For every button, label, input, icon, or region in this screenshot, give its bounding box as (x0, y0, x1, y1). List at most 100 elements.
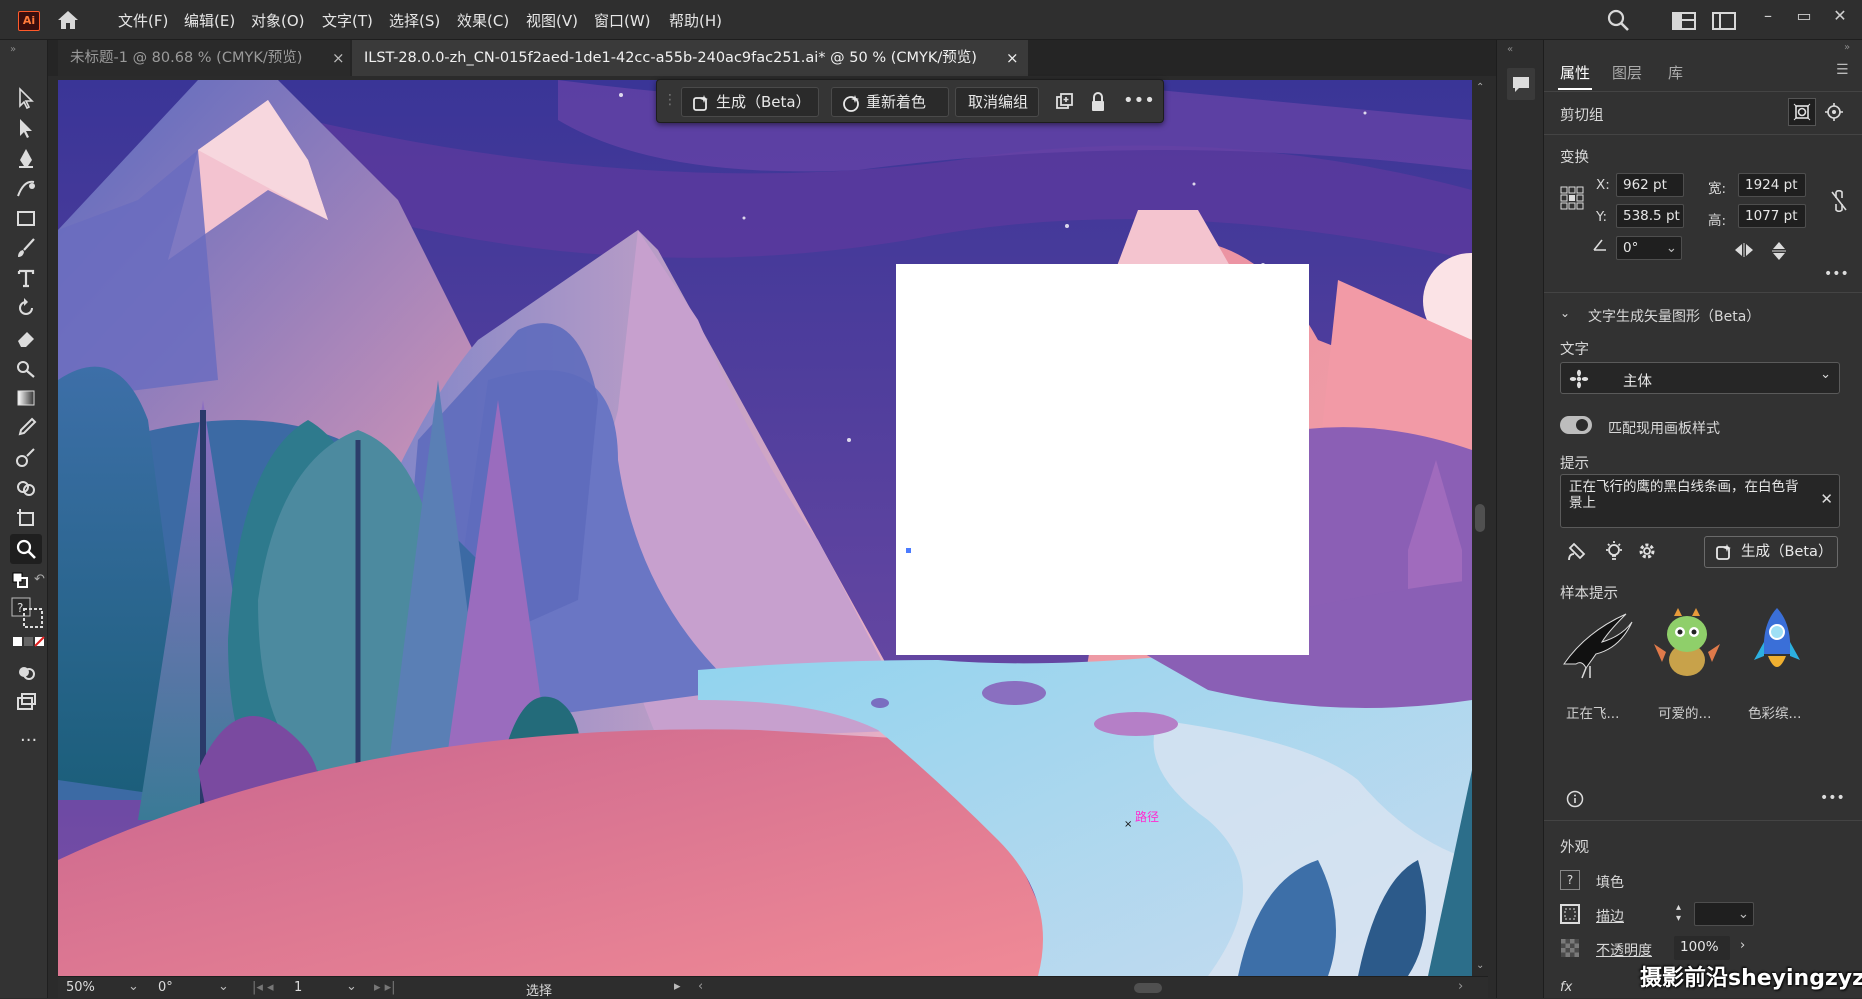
maximize-icon[interactable]: ▭ (1790, 6, 1818, 30)
shape-builder-tool-icon[interactable] (14, 476, 40, 500)
comments-icon[interactable] (1507, 68, 1535, 100)
collapse-icon[interactable]: » (10, 44, 16, 55)
x-field[interactable]: 962 pt (1616, 173, 1684, 197)
artboard-tool-icon[interactable] (14, 506, 40, 530)
chevron-down-icon[interactable]: ⌄ (1560, 306, 1570, 320)
more-options-icon[interactable]: ••• (1820, 790, 1845, 806)
lock-icon[interactable] (1089, 91, 1107, 113)
canvas-area[interactable]: 路径 × (58, 80, 1472, 976)
sample-eagle-thumbnail[interactable] (1556, 602, 1638, 684)
more-options-icon[interactable]: ••• (1123, 90, 1155, 111)
direct-selection-tool-icon[interactable] (14, 116, 40, 140)
rotation-value[interactable]: 0° (158, 980, 173, 995)
tab-active-document[interactable]: ILST-28.0.0-zh_CN-015f2aed-1de1-42cc-a55… (352, 40, 1028, 76)
pen-tool-icon[interactable] (14, 146, 40, 170)
generate-beta-button[interactable]: 生成（Beta） (681, 87, 819, 117)
type-select[interactable]: 主体 ⌄ (1560, 362, 1840, 394)
stroke-stepper[interactable]: ▴ ▾ (1676, 902, 1690, 926)
target-icon[interactable] (1824, 102, 1844, 122)
tab-libraries[interactable]: 库 (1668, 62, 1683, 83)
menu-file[interactable]: 文件(F) (118, 10, 168, 31)
tab-untitled[interactable]: 未标题-1 @ 80.68 % (CMYK/预览) (58, 40, 350, 76)
type-tool-icon[interactable] (14, 266, 40, 290)
close-tab-icon[interactable]: × (1006, 40, 1019, 76)
scroll-left-icon[interactable]: ‹ (698, 979, 703, 994)
chevron-down-icon[interactable]: ⌄ (346, 979, 357, 994)
chevron-down-icon[interactable]: ⌄ (1820, 367, 1831, 382)
more-tools-icon[interactable]: ··· (20, 730, 37, 751)
expand-icon[interactable]: « (1507, 44, 1513, 55)
settings-gear-icon[interactable] (1636, 540, 1658, 562)
y-field[interactable]: 538.5 pt (1616, 204, 1684, 228)
blend-tool-icon[interactable] (14, 446, 40, 470)
rotate-tool-icon[interactable] (14, 296, 40, 320)
panel-menu-icon[interactable]: ☰ (1836, 62, 1849, 78)
angle-field[interactable]: 0° ⌄ (1616, 236, 1682, 260)
menu-help[interactable]: 帮助(H) (669, 10, 722, 31)
status-arrow-icon[interactable]: ▸ (674, 979, 681, 994)
opacity-field[interactable]: 100% (1674, 936, 1730, 960)
stroke-swatch[interactable] (1560, 904, 1580, 924)
flip-vertical-icon[interactable] (1772, 241, 1786, 261)
selection-tool-icon[interactable] (14, 86, 40, 110)
artboard-number[interactable]: 1 (294, 980, 302, 995)
grip-icon[interactable]: ⋮ (663, 92, 677, 108)
first-artboard-icon[interactable]: |◂ ◂ (252, 980, 274, 995)
eraser-tool-icon[interactable] (14, 326, 40, 350)
default-colors-icon[interactable] (12, 572, 28, 588)
flip-horizontal-icon[interactable] (1734, 243, 1754, 257)
close-window-icon[interactable]: ✕ (1826, 6, 1854, 30)
chevron-down-icon[interactable]: ⌄ (1666, 237, 1677, 259)
chevron-down-icon[interactable]: ⌄ (128, 979, 139, 994)
clear-icon[interactable]: ✕ (1820, 491, 1833, 507)
recolor-button[interactable]: 重新着色 (831, 87, 949, 117)
style-picker-icon[interactable] (1566, 540, 1588, 562)
minimize-icon[interactable]: – (1754, 6, 1782, 30)
width-tool-icon[interactable] (14, 356, 40, 380)
horizontal-scroll-thumb[interactable] (1134, 983, 1162, 993)
height-field[interactable]: 1077 pt (1738, 204, 1806, 228)
generate-beta-panel-button[interactable]: 生成（Beta） (1704, 536, 1838, 568)
stroke-label[interactable]: 描边 (1596, 906, 1624, 926)
draw-mode-icon[interactable] (14, 660, 40, 684)
info-icon[interactable] (1566, 790, 1584, 808)
vertical-scrollbar[interactable]: ⌃ ⌄ (1472, 80, 1488, 976)
generated-placeholder-box[interactable] (896, 264, 1309, 655)
zoom-level[interactable]: 50% (66, 980, 95, 995)
match-style-toggle[interactable] (1560, 416, 1592, 434)
prompt-input[interactable]: 正在飞行的鹰的黑白线条画，在白色背景上 ✕ (1560, 474, 1840, 528)
collapse-icon[interactable]: » (1844, 42, 1850, 53)
menu-select[interactable]: 选择(S) (389, 10, 440, 31)
workspace-icon[interactable] (1672, 12, 1696, 30)
gradient-tool-icon[interactable] (14, 386, 40, 410)
menu-window[interactable]: 窗口(W) (594, 10, 651, 31)
reference-point-icon[interactable] (1560, 186, 1584, 210)
screen-mode-icon[interactable] (14, 690, 40, 714)
close-tab-icon[interactable]: × (332, 40, 345, 76)
swap-colors-icon[interactable]: ↶ (34, 572, 45, 587)
brush-tool-icon[interactable] (14, 236, 40, 260)
opacity-label[interactable]: 不透明度 (1596, 940, 1652, 960)
fx-icon[interactable]: fx (1560, 980, 1572, 995)
next-artboard-icon[interactable]: ▸ ▸| (374, 980, 396, 995)
fill-swatch[interactable]: ? (1560, 870, 1580, 890)
curvature-tool-icon[interactable] (14, 176, 40, 200)
sample-dragon-thumbnail[interactable] (1646, 602, 1728, 684)
menu-view[interactable]: 视图(V) (526, 10, 578, 31)
chevron-down-icon[interactable]: ⌄ (1738, 903, 1749, 925)
color-mode-icons[interactable] (12, 636, 46, 648)
panel-layout-icon[interactable] (1712, 12, 1736, 30)
menu-effect[interactable]: 效果(C) (457, 10, 509, 31)
home-icon[interactable] (56, 9, 80, 31)
isolate-icon[interactable] (1788, 98, 1816, 126)
eyedropper-tool-icon[interactable] (14, 416, 40, 440)
zoom-tool-icon[interactable] (10, 534, 42, 564)
chevron-right-icon[interactable]: › (1740, 938, 1745, 953)
fill-stroke-swatch[interactable]: ? (10, 596, 46, 630)
constrain-proportions-icon[interactable] (1830, 190, 1848, 212)
width-field[interactable]: 1924 pt (1738, 173, 1806, 197)
rectangle-tool-icon[interactable] (14, 206, 40, 230)
menu-edit[interactable]: 编辑(E) (184, 10, 235, 31)
more-options-icon[interactable]: ••• (1824, 266, 1849, 282)
chevron-down-icon[interactable]: ⌄ (218, 979, 229, 994)
